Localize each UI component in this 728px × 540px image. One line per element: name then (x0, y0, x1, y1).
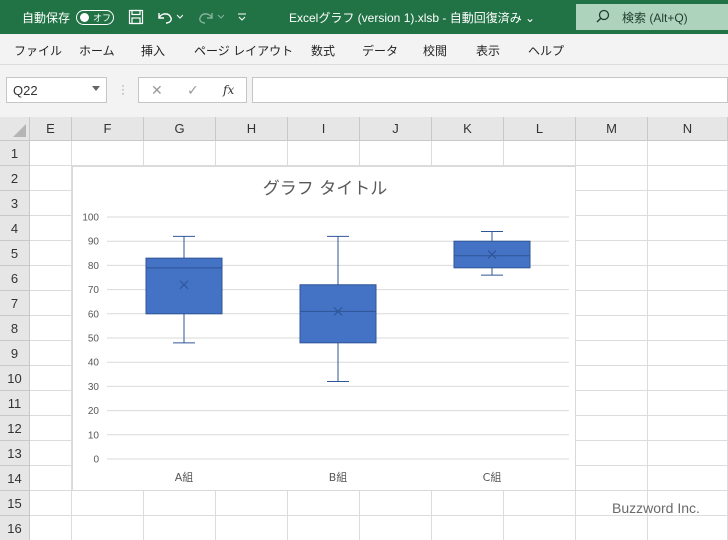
tab-file[interactable]: ファイル (14, 42, 62, 59)
redo-icon[interactable] (196, 0, 224, 34)
row-header-8[interactable]: 8 (0, 316, 30, 341)
y-tick-label: 30 (88, 382, 100, 393)
row-header-7[interactable]: 7 (0, 291, 30, 316)
y-tick-label: 40 (88, 358, 100, 369)
formula-bar-area: Q22 · · · ✕ ✓ fx (0, 65, 728, 117)
category-label: A組 (175, 471, 194, 484)
column-header-n[interactable]: N (648, 117, 728, 141)
row-header-6[interactable]: 6 (0, 266, 30, 291)
more-dots-icon: · · · (121, 78, 125, 100)
column-header-i[interactable]: I (288, 117, 360, 141)
enter-icon[interactable]: ✓ (187, 82, 199, 99)
y-tick-label: 70 (88, 285, 100, 296)
row-header-2[interactable]: 2 (0, 166, 30, 191)
y-tick-label: 50 (88, 334, 100, 345)
undo-icon[interactable] (155, 0, 183, 34)
row-header-13[interactable]: 13 (0, 441, 30, 466)
column-header-g[interactable]: G (144, 117, 216, 141)
row-header-3[interactable]: 3 (0, 191, 30, 216)
y-tick-label: 10 (88, 430, 100, 441)
search-label: 検索 (Alt+Q) (622, 10, 688, 25)
tab-page-layout[interactable]: ページ レイアウト (194, 42, 293, 59)
y-tick-label: 80 (88, 261, 100, 272)
chart-title[interactable]: グラフ タイトル (263, 179, 387, 199)
name-box-value: Q22 (13, 82, 38, 98)
column-header-e[interactable]: E (30, 117, 72, 141)
watermark: Buzzword Inc. (612, 500, 700, 516)
column-header-f[interactable]: F (72, 117, 144, 141)
autosave-label: 自動保存 (22, 10, 71, 25)
title-bar: 自動保存 オフ Excelグラフ (version 1).xlsb - 自動回復… (0, 0, 728, 34)
file-title[interactable]: Excelグラフ (version 1).xlsb - 自動回復済み ⌄ (289, 0, 535, 34)
name-box[interactable]: Q22 (6, 77, 107, 103)
formula-tools: ✕ ✓ fx (138, 77, 247, 103)
row-header-11[interactable]: 11 (0, 391, 30, 416)
category-label: B組 (329, 471, 348, 484)
chart-canvas: グラフ タイトル 0 10 20 30 40 50 60 70 80 90 100 A組 B組 C組 (82, 179, 569, 484)
column-header-m[interactable]: M (576, 117, 648, 141)
y-tick-label: 60 (88, 309, 100, 320)
row-header-4[interactable]: 4 (0, 216, 30, 241)
save-icon[interactable] (128, 0, 144, 34)
tab-data[interactable]: データ (362, 42, 398, 59)
y-tick-label: 100 (82, 213, 99, 224)
row-header-10[interactable]: 10 (0, 366, 30, 391)
ribbon-tabs: ファイル ホーム 挿入 ページ レイアウト 数式 データ 校閲 表示 ヘルプ (0, 34, 728, 65)
row-header-16[interactable]: 16 (0, 516, 30, 540)
toggle-knob (80, 13, 89, 22)
row-header-15[interactable]: 15 (0, 491, 30, 516)
autosave-toggle[interactable]: オフ (76, 10, 114, 25)
column-header-l[interactable]: L (504, 117, 576, 141)
tab-insert[interactable]: 挿入 (141, 42, 165, 59)
tab-help[interactable]: ヘルプ (528, 42, 564, 59)
chart[interactable]: グラフ タイトル 0 10 20 30 40 50 60 70 80 90 100 A組 B組 C組 (72, 166, 576, 491)
y-tick-label: 20 (88, 406, 100, 417)
customize-qat-icon[interactable] (237, 0, 247, 34)
tab-home[interactable]: ホーム (79, 42, 115, 59)
insert-function-icon[interactable]: fx (223, 83, 234, 97)
column-header-k[interactable]: K (432, 117, 504, 141)
select-all-button[interactable] (0, 117, 30, 141)
tab-formulas[interactable]: 数式 (311, 42, 335, 59)
row-header-1[interactable]: 1 (0, 141, 30, 166)
chevron-down-icon[interactable] (92, 86, 100, 91)
row-header-5[interactable]: 5 (0, 241, 30, 266)
tab-review[interactable]: 校閲 (423, 42, 447, 59)
row-header-14[interactable]: 14 (0, 466, 30, 491)
row-header-12[interactable]: 12 (0, 416, 30, 441)
row-header-9[interactable]: 9 (0, 341, 30, 366)
search-icon (596, 9, 610, 26)
box-2[interactable] (299, 284, 377, 344)
y-tick-label: 90 (88, 237, 100, 248)
toggle-text: オフ (93, 13, 112, 23)
formula-input[interactable] (252, 77, 728, 103)
cancel-icon[interactable]: ✕ (151, 82, 163, 99)
column-header-h[interactable]: H (216, 117, 288, 141)
y-tick-label: 0 (93, 455, 99, 466)
column-header-j[interactable]: J (360, 117, 432, 141)
category-label: C組 (483, 471, 502, 484)
box-1[interactable] (145, 257, 223, 315)
search-box[interactable]: 検索 (Alt+Q) (576, 4, 728, 30)
tab-view[interactable]: 表示 (476, 42, 500, 59)
